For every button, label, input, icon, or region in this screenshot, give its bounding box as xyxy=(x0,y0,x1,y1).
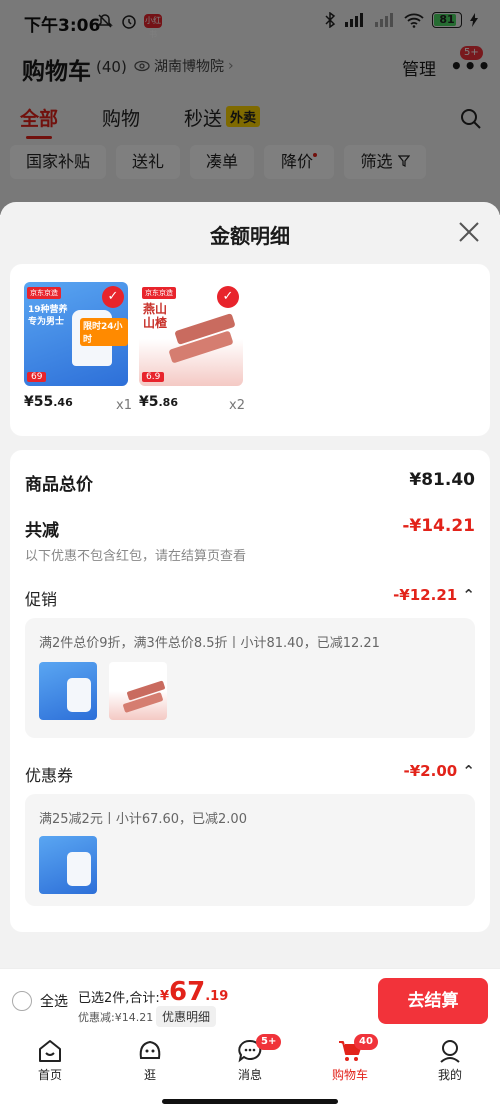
coupon-label: 优惠券 xyxy=(25,766,74,785)
nav-browse[interactable]: 逛 xyxy=(120,1038,180,1083)
thumb-bottle-icon xyxy=(67,852,91,886)
select-all-radio[interactable] xyxy=(12,991,32,1011)
discount-row: 共减 -¥14.21 xyxy=(25,516,475,541)
coupon-row[interactable]: 优惠券 -¥2.00 ⌃ xyxy=(25,762,475,786)
product-price: ¥55.46 xyxy=(24,394,73,410)
discount-label: 共减 xyxy=(25,521,59,541)
product-price-dec: .46 xyxy=(53,396,73,409)
discount-detail-button[interactable]: 优惠明细 xyxy=(156,1006,217,1027)
close-icon[interactable] xyxy=(455,218,483,246)
browse-icon xyxy=(139,1040,161,1059)
total-price-label: 商品总价 xyxy=(25,475,93,495)
nav-browse-label: 逛 xyxy=(143,1068,156,1082)
promo-banner: 限时24小时 xyxy=(80,318,128,346)
total-amount: ¥67.19 xyxy=(160,977,228,1007)
product-brand-tag: 京东京造 xyxy=(27,287,61,299)
image-price-tag: 69 xyxy=(27,372,47,382)
total-price-row: 商品总价 ¥81.40 xyxy=(25,470,475,495)
coupon-detail-box: 满25减2元丨小计67.60，已减2.00 xyxy=(25,794,475,906)
bottom-navigation: 首页 逛 消息 5+ 购物车 40 我的 xyxy=(0,1032,500,1096)
cart-badge: 40 xyxy=(354,1034,378,1050)
amount-detail-sheet: 金额明细 京东京造 19种营养专为男士 限时24小时 69 ✓ ¥55.46 x… xyxy=(0,202,500,974)
dim-overlay[interactable] xyxy=(0,0,500,215)
image-price-tag: 6.9 xyxy=(142,372,165,382)
product-image-hawthorn: 京东京造 燕山山楂 6.9 ✓ xyxy=(139,282,243,386)
home-icon xyxy=(39,1040,61,1062)
product-quantity: x2 xyxy=(229,398,245,413)
nav-profile[interactable]: 我的 xyxy=(420,1038,480,1083)
nav-messages[interactable]: 消息 5+ xyxy=(220,1034,282,1083)
product-image-vitamin: 京东京造 19种营养专为男士 限时24小时 69 ✓ xyxy=(24,282,128,386)
nav-cart[interactable]: 购物车 40 xyxy=(320,1034,380,1083)
nav-home-label: 首页 xyxy=(37,1068,62,1082)
product-item[interactable]: 京东京造 燕山山楂 6.9 ✓ ¥5.86 x2 xyxy=(139,282,245,413)
nav-messages-label: 消息 xyxy=(237,1068,262,1082)
product-image-title: 燕山山楂 xyxy=(143,302,168,330)
profile-icon xyxy=(440,1040,460,1063)
discount-value: -¥14.21 xyxy=(402,516,475,536)
product-price-int: ¥5 xyxy=(139,394,159,410)
messages-badge: 5+ xyxy=(256,1034,282,1050)
selected-check-icon: ✓ xyxy=(102,286,124,308)
promotion-row[interactable]: 促销 -¥12.21 ⌃ xyxy=(25,586,475,610)
product-price-dec: .86 xyxy=(158,396,178,409)
thumb-vitamin xyxy=(39,836,97,894)
nav-profile-label: 我的 xyxy=(437,1068,462,1082)
chevron-up-icon: ⌃ xyxy=(462,586,475,604)
total-dec: .19 xyxy=(205,989,229,1004)
product-brand-tag: 京东京造 xyxy=(142,287,176,299)
promotion-detail: 满2件总价9折，满3件总价8.5折丨小计81.40，已减12.21 xyxy=(39,636,380,651)
discount-summary: 优惠减:¥14.21 xyxy=(78,1011,154,1024)
coupon-detail: 满25减2元丨小计67.60，已减2.00 xyxy=(39,812,247,827)
product-image-title: 19种营养专为男士 xyxy=(28,305,68,327)
thumb-vitamin xyxy=(39,662,97,720)
selected-summary: 已选2件,合计: xyxy=(78,991,160,1006)
total-currency: ¥ xyxy=(160,989,170,1004)
discount-note: 以下优惠不包含红包，请在结算页查看 xyxy=(25,549,247,564)
nav-cart-label: 购物车 xyxy=(331,1068,368,1082)
promotion-detail-box: 满2件总价9折，满3件总价8.5折丨小计81.40，已减12.21 xyxy=(25,618,475,738)
selected-check-icon: ✓ xyxy=(217,286,239,308)
product-card: 京东京造 19种营养专为男士 限时24小时 69 ✓ ¥55.46 x1 京东京… xyxy=(10,264,490,436)
product-price-int: ¥55 xyxy=(24,394,54,410)
product-price: ¥5.86 xyxy=(139,394,178,410)
chevron-up-icon: ⌃ xyxy=(462,762,475,780)
total-price-value: ¥81.40 xyxy=(409,470,475,490)
coupon-value: -¥2.00 ⌃ xyxy=(404,762,475,780)
price-breakdown-card: 商品总价 ¥81.40 共减 -¥14.21 以下优惠不包含红包，请在结算页查看… xyxy=(10,450,490,932)
checkout-button[interactable]: 去结算 xyxy=(378,978,488,1024)
product-item[interactable]: 京东京造 19种营养专为男士 限时24小时 69 ✓ ¥55.46 x1 xyxy=(24,282,132,413)
checkout-bar: 全选 已选2件,合计: ¥67.19 优惠减:¥14.21 优惠明细 去结算 xyxy=(0,968,500,1032)
coupon-value-text: -¥2.00 xyxy=(403,762,458,780)
thumb-bottle-icon xyxy=(67,678,91,712)
product-quantity: x1 xyxy=(116,398,132,413)
promotion-value: -¥12.21 ⌃ xyxy=(393,586,475,604)
promotion-value-text: -¥12.21 xyxy=(393,586,458,604)
sheet-title: 金额明细 xyxy=(210,224,290,248)
thumb-hawthorn xyxy=(109,662,167,720)
total-int: 67 xyxy=(169,977,206,1007)
home-indicator xyxy=(162,1099,338,1104)
select-all-label[interactable]: 全选 xyxy=(40,991,68,1011)
nav-home[interactable]: 首页 xyxy=(20,1038,80,1083)
promotion-label: 促销 xyxy=(25,590,58,609)
